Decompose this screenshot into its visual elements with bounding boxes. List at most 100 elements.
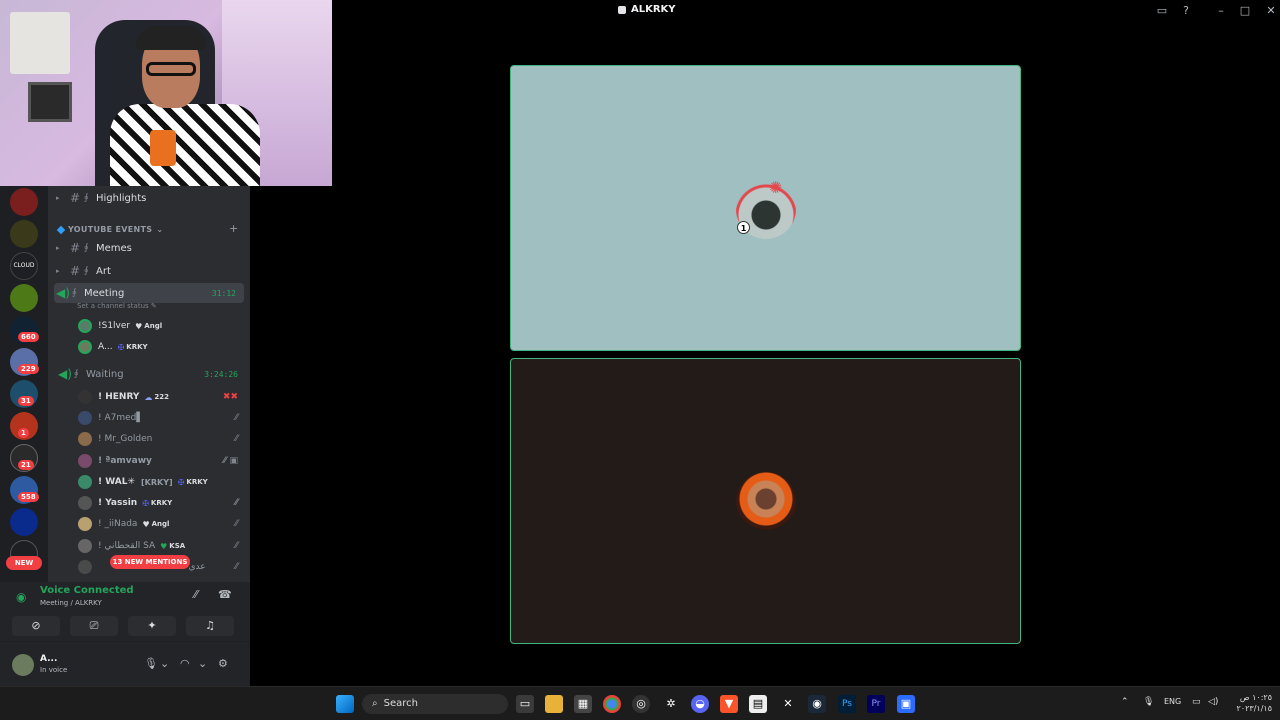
microphone-icon[interactable]: 🎙 (144, 657, 158, 670)
disconnect-icon[interactable]: ☎ (218, 588, 232, 601)
screen-share-button[interactable]: ⎚ (70, 616, 118, 636)
help-icon[interactable]: ? (1179, 4, 1193, 18)
voice-user[interactable]: ! Mr_Golden ⁄⁄ (78, 429, 244, 449)
chrome-icon[interactable] (603, 695, 621, 713)
server-icon[interactable] (10, 188, 38, 216)
avatar (78, 560, 92, 574)
server-icon[interactable]: CLOUD (10, 252, 38, 280)
close-icon[interactable]: ✕ (1264, 4, 1278, 18)
windows-start-icon[interactable] (336, 695, 354, 713)
brave-icon[interactable]: ▼ (720, 695, 738, 713)
app-icon[interactable]: ▣ (897, 695, 915, 713)
activities-button[interactable]: ✦ (128, 616, 176, 636)
muted-icon: ⁄⁄ (234, 562, 238, 572)
server-icon[interactable] (10, 284, 38, 312)
channel-list: ▸ # ∮ Highlights YOUTUBE EVENTS ⌄ + ▸ # … (48, 186, 250, 582)
soundboard-button[interactable]: ♫ (186, 616, 234, 636)
chevron-up-icon[interactable]: ⌃ (1121, 697, 1129, 707)
store-icon[interactable]: ▦ (574, 695, 592, 713)
volume-icon[interactable]: ◁) (1208, 697, 1218, 707)
tag-label: Angl (151, 520, 170, 528)
user-name: !S1lver (98, 321, 131, 331)
inbox-icon[interactable]: ▭ (1155, 4, 1169, 18)
channel-timer: 31:12 (211, 288, 236, 298)
chevron-down-icon[interactable]: ⌄ (198, 657, 207, 670)
avatar (78, 411, 92, 425)
hash-icon: # (69, 264, 81, 278)
voice-channel-link[interactable]: Meeting / ALKRKY (40, 599, 102, 607)
signal-icon[interactable]: ◉ (16, 590, 26, 604)
user-name[interactable]: A... (40, 654, 57, 664)
voice-user[interactable]: ! WAL✳ [KRKY] ✠ KRKY (78, 472, 244, 492)
file-explorer-icon[interactable] (545, 695, 563, 713)
gear-icon[interactable]: ⚙ (218, 657, 228, 670)
tag-label: KRKY (186, 478, 208, 486)
voice-user[interactable]: ! القحطاني SA ♥ KSA ⁄⁄ (78, 536, 244, 556)
voice-tile[interactable] (510, 358, 1021, 644)
obs-icon[interactable]: ◎ (632, 695, 650, 713)
microphone-icon[interactable]: 🎙 (1143, 697, 1154, 707)
photoshop-icon[interactable]: Ps (838, 695, 856, 713)
streamer (110, 26, 260, 186)
voice-user[interactable]: ! _iiNada ♥ Angl ⁄⁄ (78, 514, 244, 534)
user-name: ! القحطاني SA (98, 541, 156, 551)
server-list: 1 CLOUD 660 229 31 1 21 558 (0, 186, 48, 582)
capcut-icon[interactable]: ✕ (779, 695, 797, 713)
category-header[interactable]: YOUTUBE EVENTS ⌄ (56, 225, 164, 234)
voice-user[interactable]: !S1lver ♥ Angl (78, 316, 244, 336)
minimize-icon[interactable]: – (1214, 4, 1228, 18)
add-channel-icon[interactable]: + (229, 222, 238, 235)
voice-user[interactable]: ! A7med▌ ⁄⁄ (78, 408, 244, 428)
voice-status-title[interactable]: Voice Connected (40, 585, 134, 596)
avatar (78, 496, 92, 510)
maximize-icon[interactable]: □ (1238, 4, 1252, 18)
noise-suppression-icon[interactable]: ⁄⁄ (194, 588, 198, 601)
display-icon[interactable]: ▭ (1192, 697, 1201, 707)
glasses (146, 62, 196, 76)
server-icon[interactable] (10, 508, 38, 536)
heart-icon: ♥ (135, 321, 143, 331)
deafened-icon: ✖✖ (222, 392, 238, 402)
user-name: ! HENRY (98, 392, 140, 402)
new-mentions-pill[interactable]: 13 NEW MENTIONS (110, 555, 190, 569)
user-panel: A... In voice 🎙 ⌄ ◠ ⌄ ⚙ (0, 642, 250, 686)
voice-channel-meeting[interactable]: ◀) ∮ Meeting 31:12 (54, 283, 244, 303)
chevron-down-icon: ⌄ (156, 225, 164, 234)
channel-status[interactable]: Set a channel status ✎ (77, 302, 157, 310)
camera-button[interactable]: ⊘ (12, 616, 60, 636)
task-view-icon[interactable]: ▭ (516, 695, 534, 713)
thread-icon: ∮ (74, 369, 79, 379)
steam-like-icon[interactable]: ✲ (662, 695, 680, 713)
steam-icon[interactable]: ◉ (808, 695, 826, 713)
speaker-icon: ◀) (58, 367, 72, 381)
voice-channel-waiting[interactable]: ◀) ∮ Waiting 3:24:26 (56, 364, 246, 384)
language-indicator[interactable]: ENG (1164, 697, 1181, 706)
server-icon[interactable] (10, 220, 38, 248)
voice-user[interactable]: ! Yassin ✠ KRKY ⁄⁄ (78, 493, 244, 513)
voice-user[interactable]: ! HENRY ☁ 222 ✖✖ (78, 387, 244, 407)
user-name: ! _iiNada (98, 519, 138, 529)
channel-name: Highlights (96, 192, 147, 204)
chevron-right-icon: ▸ (56, 267, 60, 275)
discord-icon[interactable]: ◒ (691, 695, 709, 713)
search-icon: ⌕ (372, 698, 378, 709)
search-label: Search (383, 698, 418, 709)
paint-icon[interactable]: ▤ (749, 695, 767, 713)
chevron-down-icon[interactable]: ⌄ (160, 657, 169, 670)
server-badge: 31 (18, 396, 34, 406)
avatar[interactable] (12, 654, 34, 676)
channel-art[interactable]: ▸ # ∮ Art (56, 261, 246, 281)
system-clock[interactable]: ١٠:٢٥ ص ٢٠٢٣/١/١٥ (1228, 692, 1272, 714)
new-servers-pill[interactable]: NEW (6, 556, 42, 570)
taskbar-search[interactable]: ⌕ Search (362, 694, 508, 714)
server-badge: 660 (18, 332, 39, 342)
muted-icon: ⁄⁄ (234, 434, 238, 444)
channel-memes[interactable]: ▸ # ∮ Memes (56, 238, 246, 258)
voice-user[interactable]: A... ✠ KRKY (78, 337, 244, 357)
voice-user[interactable]: ! ªamvawy ⁄⁄ ▣ (78, 451, 244, 471)
diamond-icon (56, 225, 66, 234)
headphones-icon[interactable]: ◠ (180, 657, 190, 670)
premiere-icon[interactable]: Pr (867, 695, 885, 713)
voice-tile[interactable]: ✺ 1 (510, 65, 1021, 351)
channel-highlights[interactable]: ▸ # ∮ Highlights (56, 188, 246, 208)
